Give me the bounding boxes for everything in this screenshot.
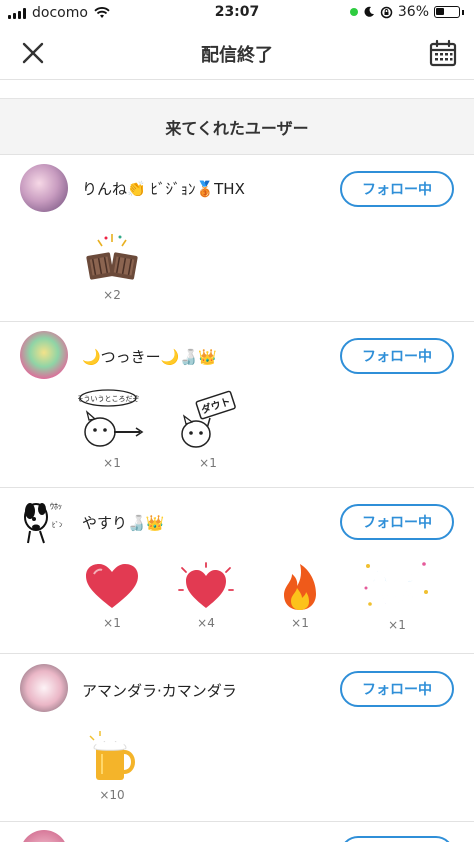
gift-count: ×10 <box>99 788 125 802</box>
avatar[interactable] <box>20 331 68 379</box>
heart-icon <box>86 564 138 608</box>
rotation-lock-icon <box>380 6 393 18</box>
avatar[interactable] <box>20 164 68 212</box>
gift-item: バッジ おめ ×1 <box>362 558 432 632</box>
avatar-drawing: ｳﾎｯ ﾋﾞﾝ <box>24 502 63 544</box>
gift-count: ×1 <box>103 456 121 470</box>
user-name[interactable]: アマンダラ·カマンダラ <box>82 680 237 701</box>
battery-tip <box>462 9 464 15</box>
follow-button[interactable]: フォロー中 <box>340 504 454 540</box>
beer-mug-icon <box>89 731 135 780</box>
section-header: 来てくれたユーザー <box>0 99 474 155</box>
user-name[interactable]: 🌙つっきー🌙🍶👑 <box>82 346 217 367</box>
clapper-boards-icon <box>86 234 138 280</box>
pointing-mascot-icon: そういうところだぞ <box>78 389 144 447</box>
gift-count: ×1 <box>291 616 309 630</box>
avatar[interactable] <box>20 664 68 712</box>
calendar-icon[interactable] <box>428 38 458 68</box>
follow-button[interactable]: フォロー中 <box>340 171 454 207</box>
gift-count: ×1 <box>388 618 406 632</box>
gift-count: ×1 <box>199 456 217 470</box>
user-row <box>0 822 474 842</box>
status-right: 36% <box>349 4 464 20</box>
badge-text-line2: おめ <box>380 589 414 609</box>
sparkle-heart-icon <box>178 562 234 608</box>
battery-percent: 36% <box>397 4 429 20</box>
gift-count: ×4 <box>197 616 215 630</box>
battery-icon <box>434 6 460 18</box>
gift-item: ×10 <box>82 730 142 802</box>
gift-item: ×4 <box>176 562 236 630</box>
follow-button[interactable]: フォロー中 <box>340 671 454 707</box>
camera-indicator-icon <box>349 8 358 16</box>
follow-button[interactable] <box>340 836 454 842</box>
avatar[interactable]: ｳﾎｯ ﾋﾞﾝ <box>20 497 68 545</box>
user-name[interactable]: りんね👏 ﾋﾞｼﾞｮﾝ🥉THX <box>82 178 245 199</box>
status-bar: docomo 23:07 36% <box>0 0 474 26</box>
user-row: 🌙つっきー🌙🍶👑 フォロー中 そういうところだぞ ×1 ダウト ×1 <box>0 322 474 488</box>
gift-item: ×2 <box>82 232 142 302</box>
section-gap <box>0 81 474 99</box>
fire-icon <box>284 564 316 610</box>
user-name[interactable]: やすり🍶👑 <box>82 512 164 533</box>
badge-omedetou-icon: バッジ おめ <box>364 562 428 609</box>
speech-bubble-text: そういうところだぞ <box>78 395 140 403</box>
nav-bar: 配信終了 <box>0 26 474 80</box>
page-title: 配信終了 <box>201 45 273 66</box>
gift-count: ×1 <box>103 616 121 630</box>
doubt-sign-mascot-icon: ダウト <box>181 390 236 448</box>
avatar[interactable] <box>20 830 68 842</box>
gift-item: ×1 <box>270 562 330 630</box>
gift-item: ダウト ×1 <box>176 388 240 470</box>
gift-item: ×1 <box>82 562 142 630</box>
svg-text:ﾋﾞﾝ: ﾋﾞﾝ <box>52 521 63 529</box>
user-row: ｳﾎｯ ﾋﾞﾝ やすり🍶👑 フォロー中 ×1 ×4 ×1 バッジ おめ ×1 <box>0 488 474 654</box>
gift-item: そういうところだぞ ×1 <box>78 388 146 470</box>
moon-icon <box>364 6 374 17</box>
badge-text-line1: バッジ <box>372 567 423 587</box>
svg-text:ｳﾎｯ: ｳﾎｯ <box>50 502 62 511</box>
follow-button[interactable]: フォロー中 <box>340 338 454 374</box>
user-row: りんね👏 ﾋﾞｼﾞｮﾝ🥉THX フォロー中 ×2 <box>0 156 474 322</box>
user-row: アマンダラ·カマンダラ フォロー中 ×10 <box>0 654 474 822</box>
gift-count: ×2 <box>103 288 121 302</box>
